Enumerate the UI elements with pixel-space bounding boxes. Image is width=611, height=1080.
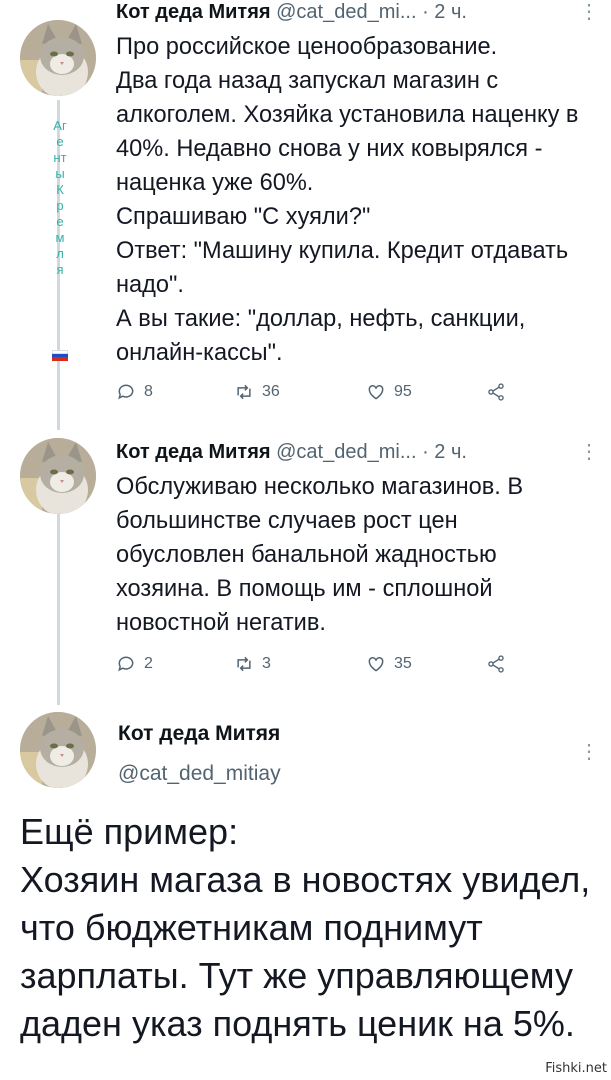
more-icon[interactable]: ⋮ <box>579 2 599 22</box>
tweet-text: Про российское ценообразование. Два года… <box>116 34 579 366</box>
more-icon[interactable]: ⋮ <box>579 442 599 462</box>
retweet-button[interactable]: 36 <box>234 382 280 402</box>
cat-avatar-icon <box>20 20 96 96</box>
author-handle[interactable]: @cat_ded_mitiay <box>118 762 281 786</box>
site-watermark: Fishki.net <box>545 1061 607 1076</box>
cat-avatar-icon <box>20 438 96 514</box>
reply-icon <box>118 384 134 400</box>
tweet-time[interactable]: · 2 ч. <box>422 441 467 463</box>
tweet-text: Обслуживаю несколько магазинов. В больши… <box>116 474 530 636</box>
tweet-actions: 2 3 35 <box>116 654 516 680</box>
like-icon <box>368 656 384 672</box>
thread-line <box>57 500 60 705</box>
share-icon <box>488 383 504 401</box>
reply-count: 8 <box>144 383 153 400</box>
tweet-header: Кот деда Митяя @cat_ded_mi... · 2 ч. <box>116 440 467 464</box>
author-name[interactable]: Кот деда Митяя <box>118 722 280 746</box>
retweet-count: 36 <box>262 383 280 400</box>
like-icon <box>368 384 384 400</box>
cat-avatar-icon <box>20 712 96 788</box>
tweet-actions: 8 36 95 <box>116 382 516 408</box>
author-handle[interactable]: @cat_ded_mi... <box>276 1 416 23</box>
author-name[interactable]: Кот деда Митяя <box>116 1 271 23</box>
retweet-icon <box>237 384 251 400</box>
reply-button[interactable]: 2 <box>116 654 153 674</box>
avatar[interactable] <box>20 438 96 514</box>
reply-count: 2 <box>144 655 153 672</box>
like-button[interactable]: 35 <box>366 654 412 674</box>
main-tweet-text: Ещё пример: Хозяин магаза в новостях уви… <box>20 811 591 1044</box>
like-button[interactable]: 95 <box>366 382 412 402</box>
retweet-count: 3 <box>262 655 271 672</box>
flag-icon <box>52 350 68 361</box>
retweet-button[interactable]: 3 <box>234 654 271 674</box>
like-count: 95 <box>394 383 412 400</box>
like-count: 35 <box>394 655 412 672</box>
reply-button[interactable]: 8 <box>116 382 153 402</box>
share-icon <box>488 655 504 673</box>
author-name[interactable]: Кот деда Митяя <box>116 441 271 463</box>
tweet-time[interactable]: · 2 ч. <box>422 1 467 23</box>
more-icon[interactable]: ⋮ <box>579 742 599 762</box>
avatar[interactable] <box>20 712 96 788</box>
watermark-text: АгентыКремля <box>53 118 67 277</box>
share-button[interactable] <box>486 654 506 674</box>
share-button[interactable] <box>486 382 506 402</box>
reply-icon <box>118 656 134 672</box>
tweet-header: Кот деда Митяя @cat_ded_mi... · 2 ч. <box>116 0 467 24</box>
avatar[interactable] <box>20 20 96 96</box>
author-handle[interactable]: @cat_ded_mi... <box>276 441 416 463</box>
retweet-icon <box>237 656 251 672</box>
